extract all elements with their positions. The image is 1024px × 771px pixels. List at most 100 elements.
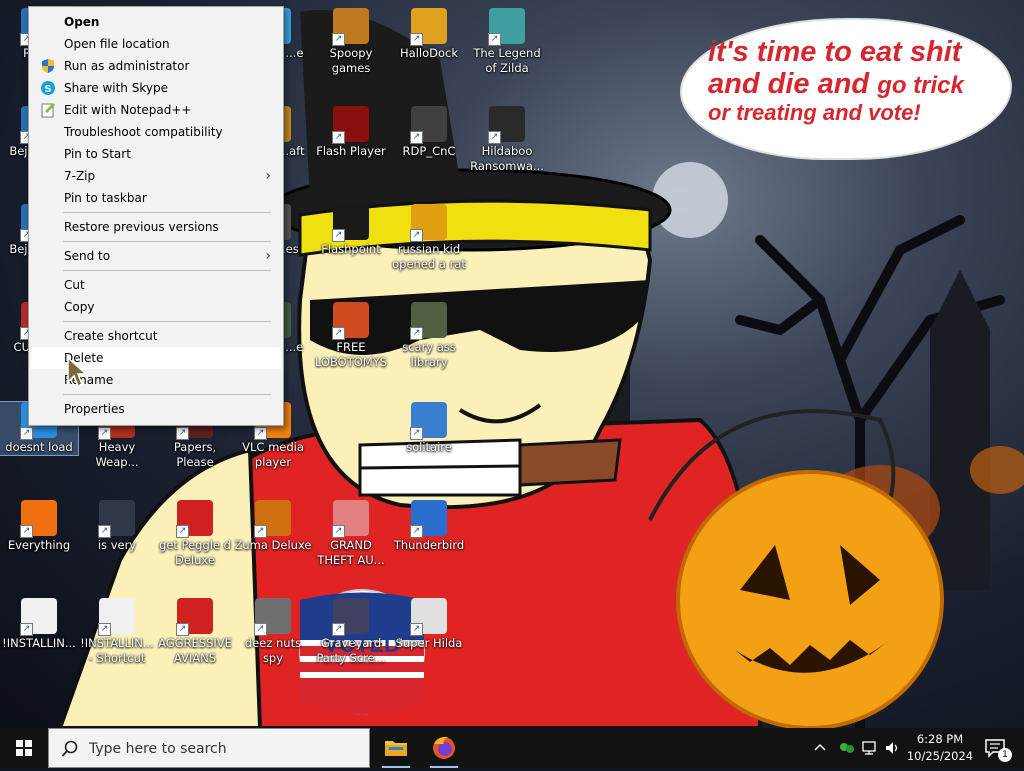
desktop-icon-label: Zuma Deluxe — [234, 538, 312, 552]
search-input[interactable] — [87, 729, 361, 769]
jack-o-lantern — [676, 470, 944, 728]
desktop-icon[interactable]: ↗ deez nuts spy — [234, 598, 312, 666]
shortcut-arrow-icon: ↗ — [98, 623, 111, 636]
taskbar-file-explorer[interactable] — [372, 728, 420, 768]
volume-icon[interactable] — [884, 740, 902, 756]
notification-badge: 1 — [998, 748, 1012, 762]
start-button[interactable] — [0, 728, 48, 768]
menu-item-copy[interactable]: Copy — [31, 296, 281, 318]
menu-item-edit-with-notepad[interactable]: Edit with Notepad++ — [31, 99, 281, 121]
shortcut-arrow-icon: ↗ — [410, 33, 423, 46]
desktop-icon-label: GRAND THEFT AU... — [317, 538, 385, 567]
desktop-icon[interactable]: ↗ scary ass library — [390, 302, 468, 370]
desktop-icon[interactable]: ↗ Graveyard Party Scre... — [312, 598, 390, 666]
desktop-icon[interactable]: ↗ solitaire — [390, 402, 468, 455]
menu-item-run-as-administrator[interactable]: Run as administrator — [31, 55, 281, 77]
app-icon: ↗ — [410, 106, 447, 144]
app-icon: ↗ — [254, 598, 291, 636]
app-icon: ↗ — [488, 8, 525, 46]
menu-item-label: Cut — [64, 278, 85, 292]
shortcut-arrow-icon: ↗ — [410, 229, 423, 242]
desktop-icon[interactable]: ↗ Flash Player — [312, 106, 390, 159]
desktop-icon[interactable]: ↗ Zuma Deluxe — [234, 500, 312, 553]
shortcut-arrow-icon: ↗ — [176, 427, 189, 440]
desktop-icon[interactable]: ↗ russian kid opened a rat — [390, 204, 468, 272]
desktop-icon[interactable]: ↗ GRAND THEFT AU... — [312, 500, 390, 568]
app-icon: ↗ — [98, 598, 135, 636]
menu-item-7-zip[interactable]: 7-Zip › — [31, 165, 281, 187]
menu-item-restore-previous-versions[interactable]: Restore previous versions — [31, 216, 281, 238]
desktop-icon-label: Flash Player — [316, 144, 386, 158]
menu-item-open[interactable]: Open — [31, 11, 281, 33]
desktop-icon-label: !INSTALLIN... — [2, 636, 76, 650]
desktop-icon-label: is very — [97, 538, 137, 552]
desktop-icon[interactable]: ↗ HalloDock — [390, 8, 468, 61]
desktop-icon[interactable]: ↗ !INSTALLIN... — [0, 598, 78, 651]
cigar — [518, 438, 622, 487]
desktop-icon[interactable]: ↗ is very — [78, 500, 156, 553]
menu-item-create-shortcut[interactable]: Create shortcut — [31, 325, 281, 347]
desktop-icon[interactable]: ↗ Super Hilda — [390, 598, 468, 651]
menu-separator — [63, 270, 271, 271]
menu-item-open-file-location[interactable]: Open file location — [31, 33, 281, 55]
mouse-cursor-icon — [67, 356, 88, 388]
app-icon: ↗ — [176, 598, 213, 636]
app-icon: ↗ — [332, 8, 369, 46]
menu-item-properties[interactable]: Properties — [31, 398, 281, 420]
shield-icon — [40, 58, 56, 74]
desktop-icon[interactable]: ↗ !INSTALLIN... - Shortcut — [78, 598, 156, 666]
desktop-icon-label: Super Hilda — [395, 636, 463, 650]
folder-icon — [385, 741, 407, 756]
shortcut-arrow-icon: ↗ — [332, 33, 345, 46]
app-tray-icon[interactable] — [838, 739, 856, 757]
menu-item-label: Create shortcut — [64, 329, 158, 343]
character-arm — [57, 447, 263, 728]
menu-item-label: Open file location — [64, 37, 170, 51]
menu-item-pin-to-taskbar[interactable]: Pin to taskbar — [31, 187, 281, 209]
desktop-icon-label: AGGRESSIVE AVIANS — [158, 636, 232, 665]
taskbar-search-box[interactable] — [48, 728, 370, 769]
shortcut-arrow-icon: ↗ — [176, 525, 189, 538]
shortcut-arrow-icon: ↗ — [98, 525, 111, 538]
menu-item-label: Edit with Notepad++ — [64, 103, 192, 117]
desktop-icon[interactable]: ↗ Flashpoint — [312, 204, 390, 257]
desktop-icon-label: Graveyard Party Scre... — [316, 636, 386, 665]
desktop-icon[interactable]: ↗ AGGRESSIVE AVIANS — [156, 598, 234, 666]
notification-center-button[interactable]: 1 — [978, 728, 1024, 768]
desktop-icon[interactable]: ↗ get Peggle d Deluxe — [156, 500, 234, 568]
desktop-icon[interactable]: ↗ The Legend of Zilda — [468, 8, 546, 76]
desktop-icon-label: russian kid opened a rat — [392, 242, 466, 271]
menu-item-share-with-skype[interactable]: S Share with Skype — [31, 77, 281, 99]
taskbar-clock[interactable]: 6:28 PM 10/25/2024 — [905, 731, 975, 765]
app-icon: ↗ — [332, 598, 369, 636]
chevron-up-icon[interactable] — [812, 740, 828, 756]
menu-item-label: Open — [64, 15, 100, 29]
menu-item-troubleshoot-compatibility[interactable]: Troubleshoot compatibility — [31, 121, 281, 143]
taskbar-firefox[interactable] — [420, 728, 468, 768]
desktop-icon[interactable]: ↗ Everything — [0, 500, 78, 553]
menu-item-pin-to-start[interactable]: Pin to Start — [31, 143, 281, 165]
windows-logo-icon — [16, 740, 32, 756]
desktop-icon-label: scary ass library — [402, 340, 456, 369]
shortcut-arrow-icon: ↗ — [254, 525, 267, 538]
desktop-icon[interactable]: ↗ Spoopy games — [312, 8, 390, 76]
menu-item-send-to[interactable]: Send to › — [31, 245, 281, 267]
menu-item-label: Troubleshoot compatibility — [64, 125, 223, 139]
shortcut-arrow-icon: ↗ — [332, 229, 345, 242]
search-icon — [61, 740, 78, 757]
menu-separator — [63, 212, 271, 213]
desktop-icon[interactable]: ↗ FREE LOBOTOMYS — [312, 302, 390, 370]
bubble-line-2a: and die and — [708, 68, 878, 101]
menu-item-label: Restore previous versions — [64, 220, 219, 234]
shortcut-arrow-icon: ↗ — [332, 131, 345, 144]
menu-item-label: Pin to taskbar — [64, 191, 147, 205]
app-icon: ↗ — [332, 500, 369, 538]
desktop-icon[interactable]: ↗ Thunderbird — [390, 500, 468, 553]
menu-item-cut[interactable]: Cut — [31, 274, 281, 296]
desktop-icon[interactable]: ↗ RDP_CnC — [390, 106, 468, 159]
desktop-icon-label: Thunderbird — [393, 538, 465, 552]
menu-item-label: Properties — [64, 402, 125, 416]
network-icon[interactable] — [862, 740, 880, 756]
desktop-icon[interactable]: ↗ Hildaboo Ransomwa... — [468, 106, 546, 174]
shortcut-arrow-icon: ↗ — [20, 623, 33, 636]
